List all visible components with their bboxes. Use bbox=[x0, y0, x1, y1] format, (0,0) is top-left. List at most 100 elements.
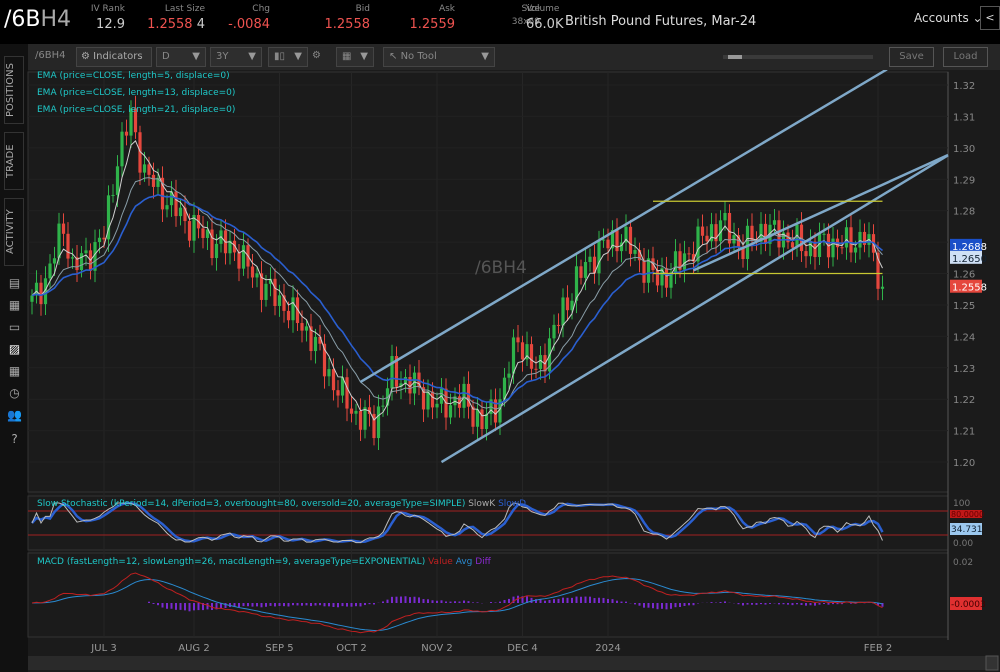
candle-body bbox=[480, 409, 483, 429]
ema13-line bbox=[32, 178, 883, 409]
candle-body bbox=[845, 227, 848, 247]
candle-body bbox=[656, 270, 659, 285]
candle-body bbox=[390, 356, 393, 388]
candle-body bbox=[831, 239, 834, 258]
candle-body bbox=[215, 244, 218, 258]
candle-body bbox=[705, 236, 708, 241]
candle-body bbox=[471, 407, 474, 427]
candle-body bbox=[98, 238, 101, 242]
candle-body bbox=[849, 227, 852, 252]
settings-gear-icon[interactable]: ⚙ bbox=[312, 47, 328, 67]
ema21-legend: EMA (price=CLOSE, length=21, displace=0) bbox=[37, 105, 235, 115]
tool-select[interactable]: ↖ No Tool▼ bbox=[383, 47, 495, 67]
candle-body bbox=[813, 242, 816, 257]
gear-icon: ⚙ bbox=[81, 51, 90, 62]
symbol-watermark: /6BH4 bbox=[475, 258, 527, 278]
candle-body bbox=[111, 195, 114, 196]
y-tick-label: 1.20 bbox=[953, 458, 975, 469]
candle-body bbox=[449, 405, 452, 417]
y-tick-label: 1.22 bbox=[953, 395, 975, 406]
candle-body bbox=[120, 132, 123, 167]
x-tick-label: 2024 bbox=[595, 643, 620, 654]
candle-body bbox=[147, 164, 150, 174]
candle-body bbox=[80, 253, 83, 270]
zoom-slider[interactable] bbox=[723, 55, 873, 59]
scroll-right-button[interactable] bbox=[986, 656, 998, 670]
y-tick-label: 1.30 bbox=[953, 144, 975, 155]
candle-body bbox=[476, 409, 479, 426]
candle-body bbox=[539, 355, 542, 369]
candle-body bbox=[242, 245, 245, 268]
candle-body bbox=[512, 337, 515, 373]
stoch-bubble-label: 34.731 bbox=[951, 525, 983, 535]
candle-body bbox=[552, 325, 555, 338]
candle-body bbox=[629, 227, 632, 254]
x-tick-label: FEB 2 bbox=[864, 643, 892, 654]
candle-body bbox=[264, 284, 267, 300]
candle-body bbox=[332, 369, 335, 390]
candle-body bbox=[314, 337, 317, 351]
candle-body bbox=[516, 337, 519, 342]
x-tick-label: OCT 2 bbox=[336, 643, 367, 654]
y-tick-label: 1.23 bbox=[953, 364, 975, 375]
chart-style-select[interactable]: ▮▯▼ bbox=[268, 47, 308, 67]
candle-body bbox=[566, 297, 569, 310]
candle-body bbox=[201, 228, 204, 238]
indicators-button[interactable]: ⚙ Indicators bbox=[76, 47, 152, 67]
candle-body bbox=[345, 377, 348, 408]
price-chart[interactable]: JUL 3AUG 2SEP 5OCT 2NOV 2DEC 42024FEB 21… bbox=[0, 0, 1000, 672]
load-button[interactable]: Load bbox=[943, 47, 988, 67]
candle-body bbox=[174, 191, 177, 216]
y-tick-label: 1.32 bbox=[953, 81, 975, 92]
candle-body bbox=[84, 250, 87, 253]
candle-body bbox=[381, 406, 384, 407]
candle-body bbox=[125, 132, 128, 136]
candle-body bbox=[152, 175, 155, 187]
aggregation-select[interactable]: D▼ bbox=[156, 47, 206, 67]
ema21-line bbox=[32, 195, 883, 404]
x-tick-label: SEP 5 bbox=[265, 643, 293, 654]
horizontal-scrollbar[interactable] bbox=[28, 656, 988, 670]
candle-body bbox=[840, 247, 843, 248]
candle-body bbox=[633, 250, 636, 254]
candle-body bbox=[687, 253, 690, 254]
candle-body bbox=[557, 325, 560, 326]
candle-body bbox=[683, 253, 686, 269]
y-tick-label: 1.31 bbox=[953, 112, 975, 123]
candle-body bbox=[53, 258, 56, 263]
candle-body bbox=[822, 234, 825, 235]
candle-body bbox=[723, 213, 726, 220]
candle-body bbox=[561, 297, 564, 325]
save-button[interactable]: Save bbox=[889, 47, 934, 67]
candle-body bbox=[530, 344, 533, 369]
candle-body bbox=[291, 297, 294, 320]
ema13-legend: EMA (price=CLOSE, length=13, displace=0) bbox=[37, 88, 235, 98]
macd-avg-line bbox=[32, 579, 883, 631]
candle-body bbox=[71, 257, 74, 258]
candle-body bbox=[48, 264, 51, 279]
candle-body bbox=[728, 213, 731, 243]
candle-body bbox=[278, 295, 281, 306]
candle-body bbox=[584, 262, 587, 278]
candle-body bbox=[750, 226, 753, 240]
x-tick-label: NOV 2 bbox=[421, 643, 453, 654]
candles-icon: ▮▯ bbox=[274, 51, 285, 62]
period-select[interactable]: 3Y▼ bbox=[210, 47, 262, 67]
candle-body bbox=[534, 369, 537, 370]
macd-legend: MACD (fastLength=12, slowLength=26, macd… bbox=[37, 557, 491, 567]
candle-body bbox=[431, 392, 434, 408]
candle-body bbox=[350, 409, 353, 414]
drawing-set-select[interactable]: ▦▼ bbox=[336, 47, 374, 67]
candle-body bbox=[881, 287, 884, 289]
candle-body bbox=[305, 326, 308, 330]
candle-body bbox=[854, 248, 857, 253]
chart-symbol: /6BH4 bbox=[30, 47, 74, 67]
y-tick-label: 1.24 bbox=[953, 332, 975, 343]
macd-axis-label: 0.02 bbox=[953, 558, 973, 568]
candle-body bbox=[426, 392, 429, 410]
candle-body bbox=[665, 268, 668, 288]
y-tick-label: 1.21 bbox=[953, 427, 975, 438]
price-bubble-label: 1.2650 bbox=[952, 254, 987, 265]
drawings-icon: ▦ bbox=[342, 51, 351, 62]
candle-body bbox=[804, 251, 807, 256]
